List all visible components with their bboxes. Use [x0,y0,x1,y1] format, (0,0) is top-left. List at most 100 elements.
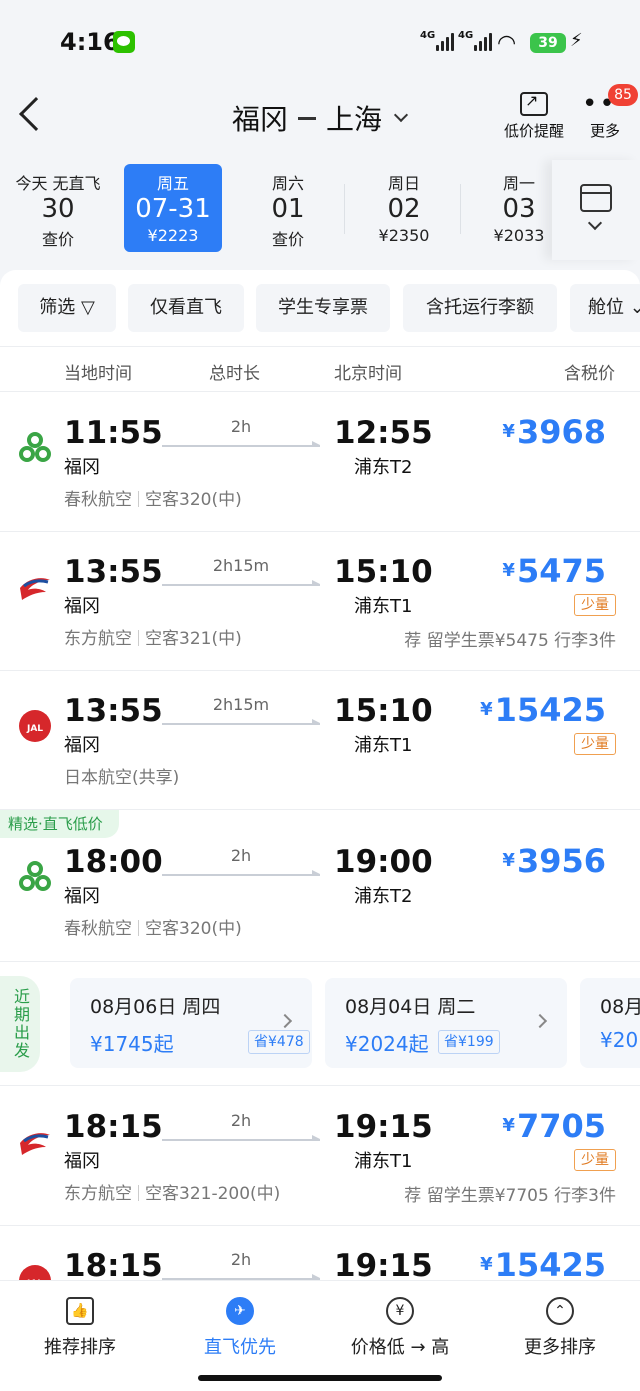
calendar-icon [580,184,612,212]
date-item[interactable]: 今天 无直飞 30 查价 [0,164,116,252]
notification-badge: 85 [608,84,638,106]
departure-time: 18:00 [64,844,163,880]
tab-price-low-high[interactable]: ¥ 价格低 → 高 [330,1297,470,1359]
filter-label: 筛选 [39,297,76,318]
arrival-airport: 浦东T1 [354,735,413,756]
filter-chip[interactable]: 舱位 ⌄ [570,284,640,332]
tab-direct-first[interactable]: ✈ 直飞优先 [170,1297,310,1359]
flight-row[interactable]: 11:55 2h 12:55 福冈 浦东T2 ¥3968 春秋航空 空客320(中… [0,393,640,532]
date-item-selected[interactable]: 周五 07-31 ¥2223 [124,164,222,252]
flight-price: ¥15425 [480,691,606,729]
date-day: 07-31 [135,194,211,224]
flight-price: ¥3968 [502,413,606,451]
aircraft-type: 空客321(中) [145,629,242,649]
chevron-down-icon [587,215,603,231]
flight-row[interactable]: JAL 18:15 2h 19:15 ¥15425 [0,1226,640,1280]
recent-date-card[interactable]: 08月06日 周四 ¥1745起 省¥478 [70,978,312,1068]
spring-airlines-logo [19,861,51,891]
chevron-up-icon: ⌃ [546,1297,574,1325]
flight-row[interactable]: JAL 13:55 2h15m 15:10 福冈 浦东T1 ¥15425 少量 … [0,671,640,810]
date-item[interactable]: 周日 02 ¥2350 [354,164,454,252]
student-fare-note: 荐 留学生票¥7705 行李3件 [404,1186,616,1206]
airline-name: 春秋航空 [64,919,132,939]
departure-airport: 福冈 [64,596,100,617]
arrival-time: 15:10 [334,554,433,590]
col-local-time: 当地时间 [64,364,132,384]
filter-chip[interactable]: 仅看直飞 [128,284,244,332]
tab-label: 更多排序 [524,1337,596,1358]
departure-time: 13:55 [64,554,163,590]
departure-time: 13:55 [64,693,163,729]
price-value: 7705 [516,1107,606,1145]
back-chevron-icon[interactable] [19,97,53,131]
filter-label: 含托运行李额 [426,297,534,318]
arrival-time: 15:10 [334,693,433,729]
flight-row[interactable]: 13:55 2h15m 15:10 福冈 浦东T1 ¥5475 少量 东方航空空… [0,532,640,671]
flight-meta: 春秋航空 空客320(中) [64,485,242,510]
recent-label: 近期出发 [0,976,40,1072]
yen-icon: ¥ [386,1297,414,1325]
col-duration: 总时长 [209,364,260,384]
filter-label: 仅看直飞 [150,297,222,318]
tab-label: 直飞优先 [204,1337,276,1358]
chevron-down-icon: ⌄ [629,297,640,318]
flight-duration: 2h15m [212,556,270,575]
more-button[interactable]: ••• 85 更多 [582,84,638,141]
svg-text:JAL: JAL [26,724,43,734]
departure-airport: 福冈 [64,886,100,907]
student-fare-note: 荐 留学生票¥5475 行李3件 [404,631,616,651]
departure-time: 11:55 [64,415,163,451]
aircraft-type: 空客320(中) [145,919,242,939]
wifi-icon: ◠ [497,31,517,56]
status-time: 4:16 [60,28,120,56]
flight-row[interactable]: 精选·直飞低价 18:00 2h 19:00 福冈 浦东T2 ¥3956 春秋航… [0,810,640,962]
date-selector: 今天 无直飞 30 查价 周五 07-31 ¥2223 周六 01 查价 周日 … [0,160,640,260]
filter-chip[interactable]: 含托运行李额 [403,284,557,332]
flight-price: ¥5475 [502,552,606,590]
flight-duration: 2h [230,1250,252,1269]
date-day: 01 [271,194,305,224]
jal-logo: JAL [19,1265,51,1280]
filter-label: 舱位 [588,297,624,318]
duration-arrow [162,441,320,447]
tab-label: 价格低 → 高 [350,1337,450,1358]
route-selector[interactable]: 福冈 上海 [232,98,409,138]
filter-chip[interactable]: 筛选 ▽ [18,284,116,332]
date-item[interactable]: 周六 01 查价 [238,164,338,252]
col-beijing-time: 北京时间 [334,364,402,384]
price-alert-label: 低价提醒 [503,122,564,140]
flight-price: ¥3956 [502,842,606,880]
date-price: ¥2223 [147,226,199,245]
thumbs-up-icon: 👍 [66,1297,94,1325]
date-weekday: 周日 [387,174,420,193]
airline-name: 春秋航空 [64,490,132,510]
flight-price: ¥15425 [480,1246,606,1280]
date-price: 查价 [271,230,304,249]
spring-airlines-logo [19,432,51,462]
price-alert-button[interactable]: 低价提醒 [500,91,568,141]
duration-arrow [162,870,320,876]
arrival-airport: 浦东T1 [354,596,413,617]
filter-chip[interactable]: 学生专享票 [256,284,390,332]
flight-row[interactable]: 18:15 2h 19:15 福冈 浦东T1 ¥7705 少量 东方航空 空客32… [0,1087,640,1226]
jal-logo: JAL [19,710,51,742]
chevron-right-icon [532,1013,548,1029]
tab-recommended[interactable]: 👍 推荐排序 [10,1297,150,1359]
aircraft-type: 空客320(中) [145,490,242,510]
low-stock-tag: 少量 [574,1149,616,1171]
column-header: 当地时间 总时长 北京时间 含税价 [0,346,640,392]
arrival-airport: 浦东T2 [354,886,413,907]
flight-list-panel: 筛选 ▽ 仅看直飞 学生专享票 含托运行李额 舱位 ⌄ 当地时间 总时长 北京时… [0,270,640,1280]
departure-time: 18:15 [64,1248,163,1280]
plane-icon: ✈ [226,1297,254,1325]
departure-airport: 福冈 [64,735,100,756]
trend-chart-icon [520,91,548,116]
recent-date-card[interactable]: 08月 ¥20 [580,978,640,1068]
network-label-2: 4G [458,30,474,41]
recent-date-card[interactable]: 08月04日 周二 ¥2024起 省¥199 [325,978,567,1068]
tab-more-sort[interactable]: ⌃ 更多排序 [490,1297,630,1359]
calendar-button[interactable] [552,160,640,260]
route-dash [298,116,317,120]
duration-arrow [162,580,320,586]
price-value: 3968 [516,413,606,451]
